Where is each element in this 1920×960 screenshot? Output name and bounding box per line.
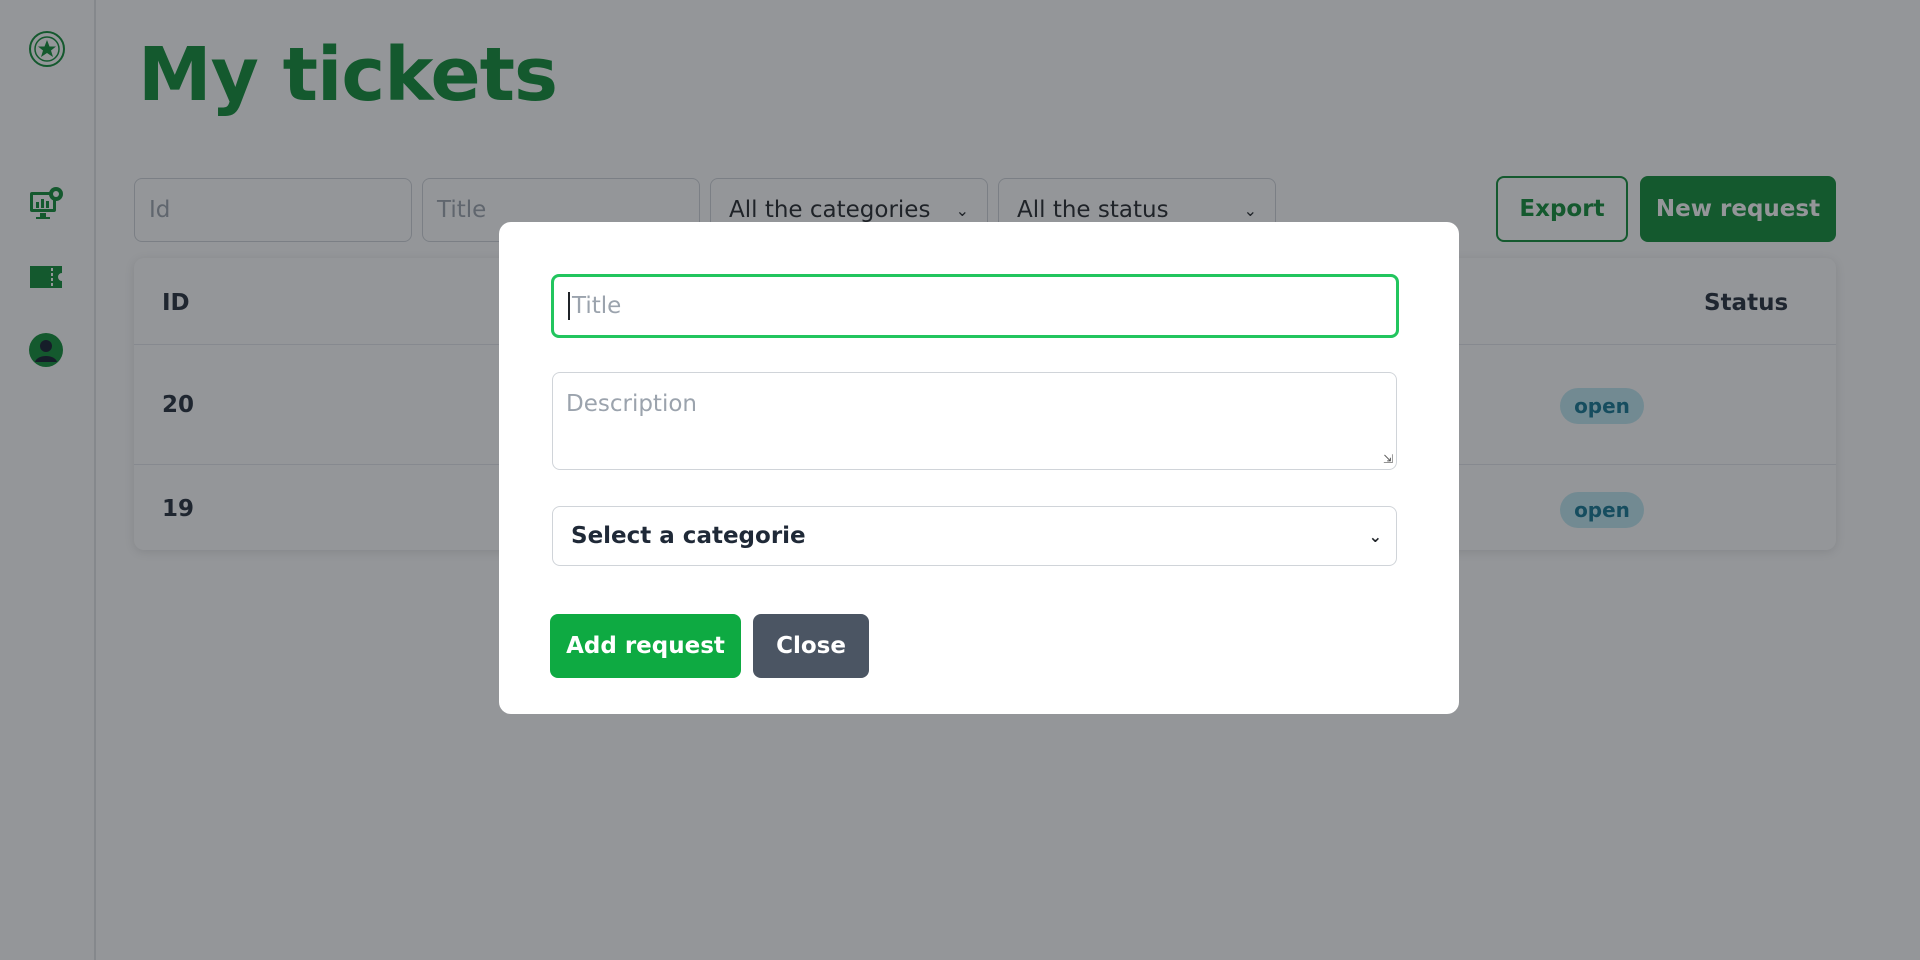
chevron-down-icon: ⌄ <box>1368 526 1382 546</box>
category-select[interactable]: Select a categorie ⌄ <box>552 506 1397 566</box>
text-caret <box>568 292 570 320</box>
title-input[interactable]: Title <box>551 274 1399 338</box>
app-root: My tickets Id Title All the categories ⌄… <box>0 0 1920 960</box>
description-textarea[interactable]: Description ⇲ <box>552 372 1397 470</box>
close-button[interactable]: Close <box>753 614 869 678</box>
description-placeholder: Description <box>566 391 697 417</box>
resize-handle-icon[interactable]: ⇲ <box>1383 452 1393 466</box>
new-request-modal: Title Description ⇲ Select a categorie ⌄… <box>499 222 1459 714</box>
category-select-value: Select a categorie <box>571 523 806 549</box>
title-input-placeholder: Title <box>572 293 622 319</box>
add-request-button[interactable]: Add request <box>550 614 741 678</box>
